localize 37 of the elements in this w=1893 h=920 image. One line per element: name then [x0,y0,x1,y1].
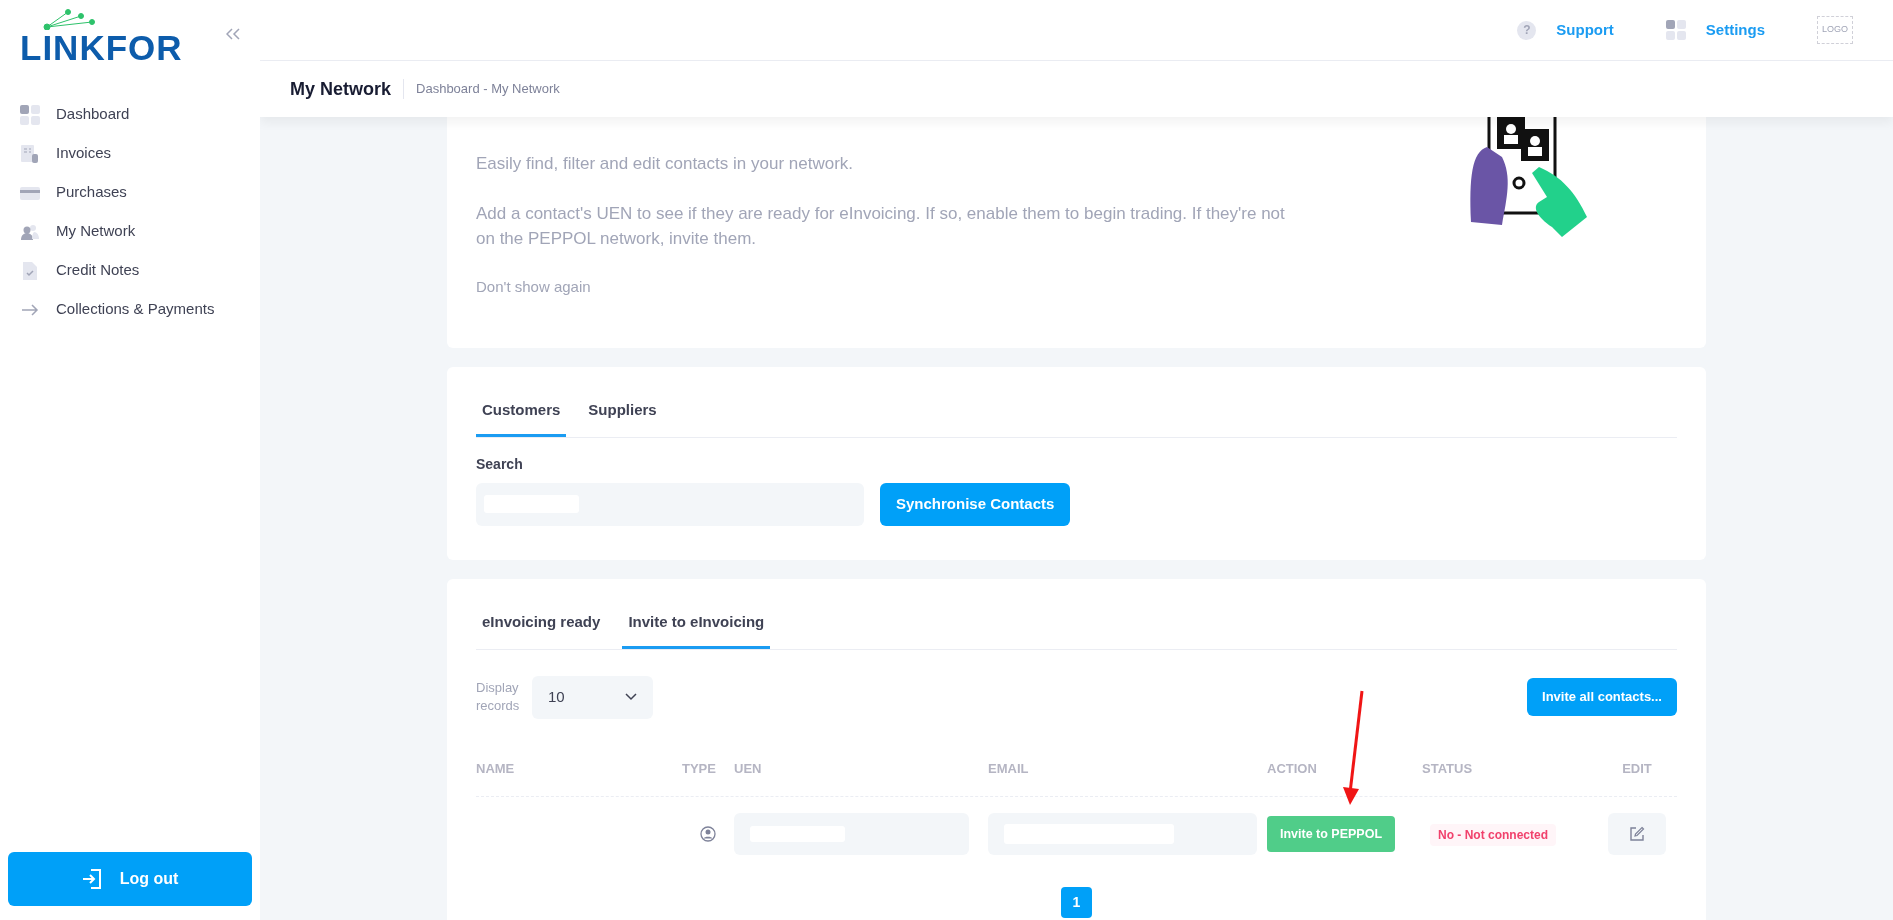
breadcrumb: Dashboard - My Network [403,79,560,99]
logout-icon [81,868,104,890]
page-title: My Network [290,77,392,101]
sidebar-item[interactable]: My Network [0,212,260,251]
grid-icon [1665,20,1686,40]
sidebar-item[interactable]: Invoices [0,134,260,173]
logo-placeholder-text: LOGO [1822,23,1848,37]
sidebar-item[interactable]: Credit Notes [0,251,260,290]
display-records-label: Display records [476,679,521,715]
edit-icon [1629,826,1645,842]
sidebar-item[interactable]: Dashboard [0,95,260,134]
column-header: TYPE [682,759,717,778]
intro-paragraph: Easily find, filter and edit contacts in your network. [476,153,854,175]
sidebar-item[interactable]: Purchases [0,173,260,212]
person-icon [700,826,716,842]
column-header: STATUS [1422,759,1474,778]
records-select[interactable]: 10 [532,675,653,719]
tab[interactable]: Customers [476,387,567,437]
chevron-down-icon [625,693,637,701]
column-header: EMAIL [988,759,1030,778]
sidebar-item[interactable]: Collections & Payments [0,290,260,329]
status-badge: No - Not connected [1430,824,1556,846]
logo-text: LINKFOR [20,30,183,65]
invoice-icon [20,143,40,164]
column-header: ACTION [1267,759,1318,778]
collapse-icon[interactable] [226,28,240,40]
tab[interactable]: Invite to eInvoicing [622,599,771,649]
tab[interactable]: eInvoicing ready [476,599,607,649]
edit-button[interactable] [1608,813,1666,855]
column-header: NAME [476,759,516,778]
document-check-icon [20,260,40,281]
grid-icon [20,104,40,125]
intro-paragraph: Add a contact's UEN to see if they are ready for eInvoicing. If so, enable them to begin trading. If they're not on the PEPPOL network, invite them. [476,202,1286,250]
search-label: Search [476,454,524,474]
column-header: EDIT [1621,759,1653,778]
column-header: UEN [734,759,763,778]
tab[interactable]: Suppliers [582,387,663,437]
